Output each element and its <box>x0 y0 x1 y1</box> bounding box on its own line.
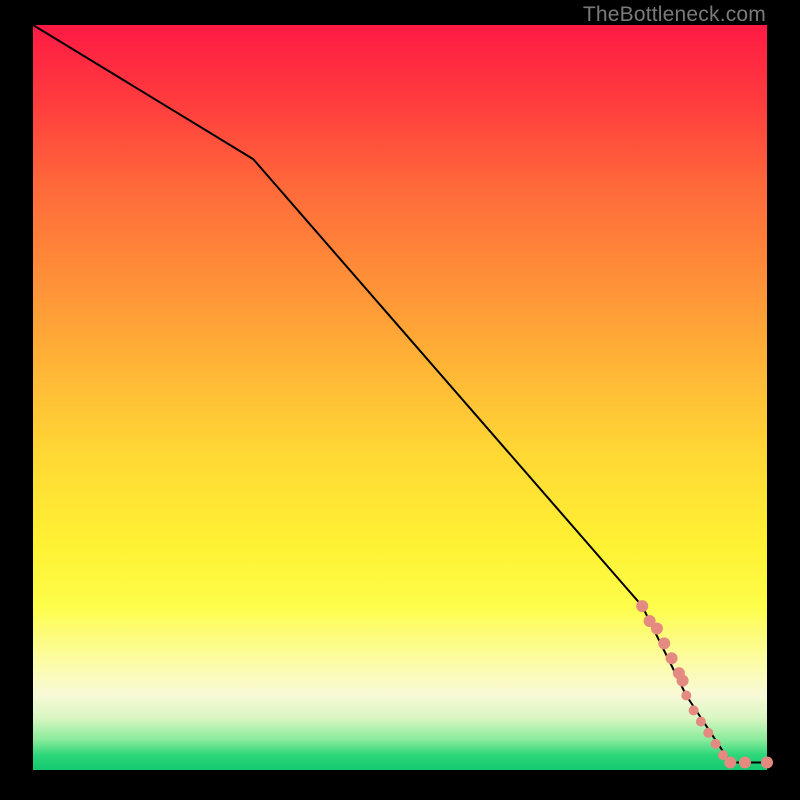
data-point <box>636 600 648 612</box>
data-point <box>658 637 670 649</box>
data-point <box>689 705 699 715</box>
data-point <box>696 717 706 727</box>
bottleneck-curve <box>33 25 767 763</box>
data-point <box>666 652 678 664</box>
data-point <box>651 623 663 635</box>
chart-svg <box>0 0 800 800</box>
data-point <box>681 691 691 701</box>
scatter-points-group <box>636 600 773 768</box>
data-point <box>677 675 689 687</box>
data-point <box>711 739 721 749</box>
data-point <box>739 757 751 769</box>
data-point <box>761 757 773 769</box>
data-point <box>724 757 736 769</box>
data-point <box>703 728 713 738</box>
